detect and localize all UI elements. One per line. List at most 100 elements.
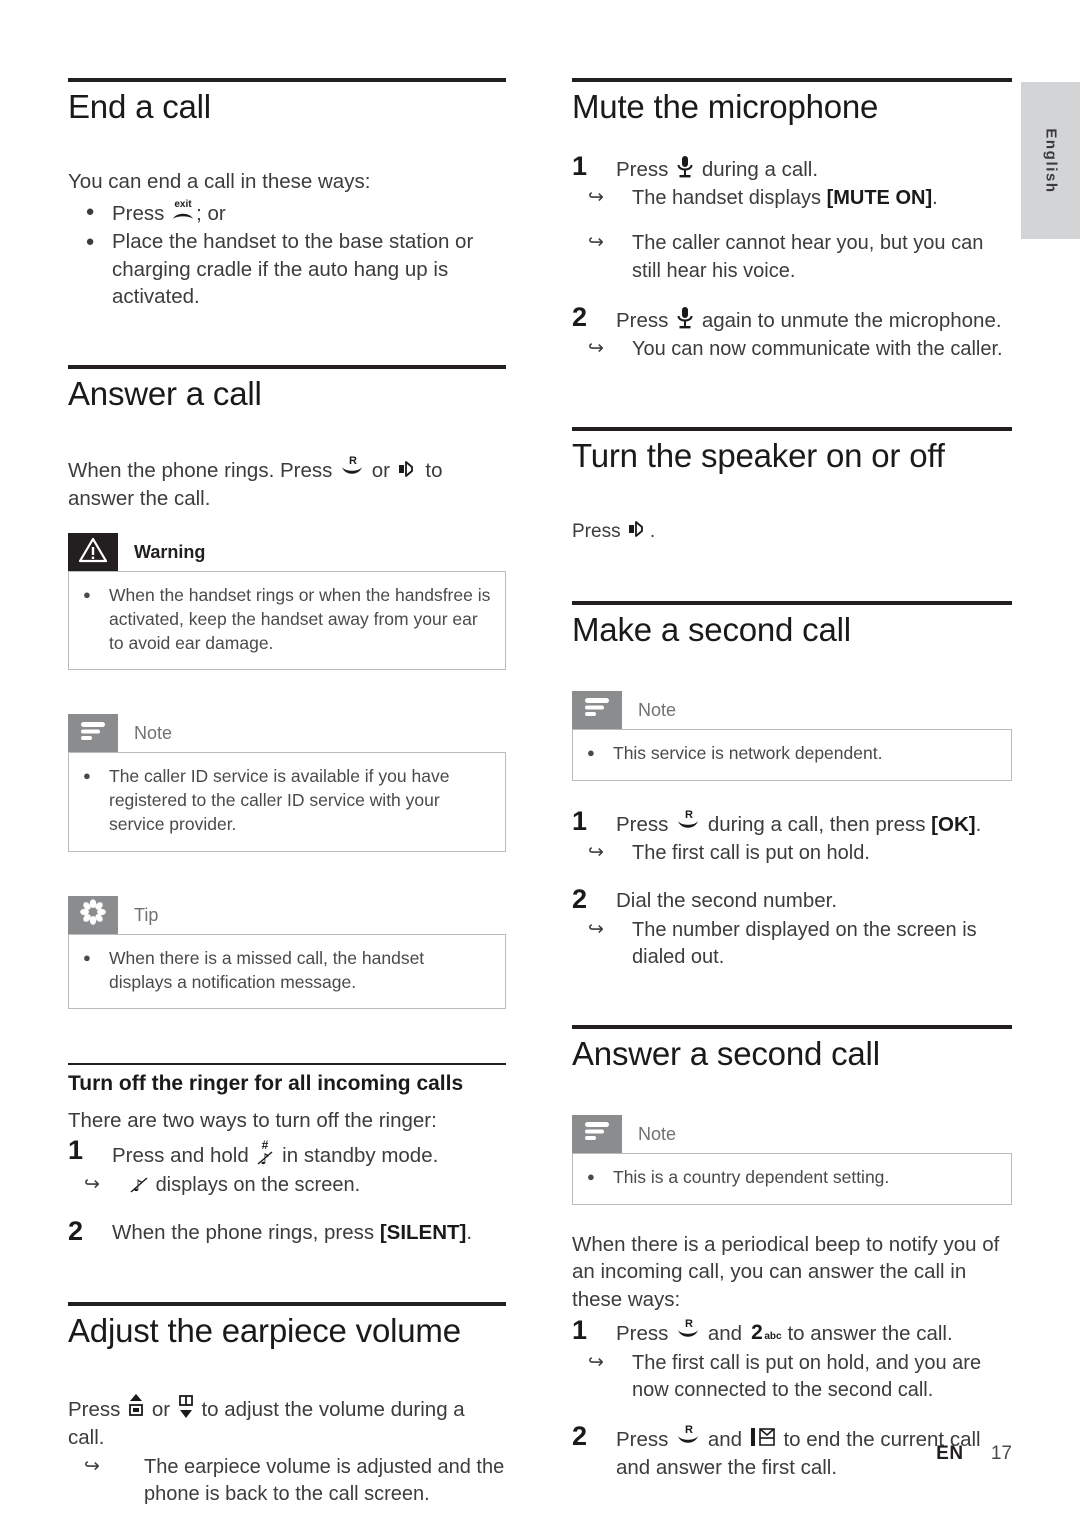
list-item-text: This service is network dependent. [613,742,883,763]
manual-page: English End a call You can end a call in… [0,0,1080,1527]
callout-header: Warning [68,533,506,571]
note-badge [572,1114,622,1153]
section-make-a-second-call: Make a second call Note ● This service i… [572,601,1012,971]
talk-r-icon: R [338,455,366,481]
step-text: Press and hold #♪ in standby mode. [112,1136,506,1170]
result-arrow-icon: ↪ [84,1173,100,1195]
callout-warning: Warning ● When the handset rings or when… [68,533,506,671]
step-number: 1 [572,1315,588,1346]
section-adjust-earpiece-volume: Adjust the earpiece volume Press or to a… [68,1302,506,1508]
callout-title: Note [638,1123,677,1144]
section-rule [572,601,1012,606]
step-number: 2 [572,884,588,915]
section-rule [68,78,506,82]
section-rule [68,1302,506,1307]
callout-body: ● When the handset rings or when the han… [68,571,506,671]
step-number: 1 [68,1135,84,1166]
step-result: ↪ ♪ displays on the screen. [68,1172,506,1199]
warning-triangle-icon [78,536,108,569]
step-text-mid: during a call, then press [707,812,926,836]
note-badge [68,714,118,753]
list-item: ● When there is a missed call, the hands… [83,947,491,995]
step-text-before: Press [616,812,669,836]
subsection-title: Turn off the ringer for all incoming cal… [68,1072,464,1096]
result-text-before: The handset displays [632,187,822,210]
result-arrow-icon: ↪ [588,842,604,864]
svg-text:exit: exit [174,199,192,210]
list-item: ● This service is network dependent. [587,742,997,766]
result-arrow-icon: ↪ [588,338,604,360]
microphone-icon [674,305,696,331]
list-item-text: The caller ID service is available if yo… [109,766,450,834]
numbered-step: 1 Press R and 2 abc to answer the call. [572,1315,1012,1348]
numbered-step: 2 Press again to unmute the microphone. [572,302,1012,335]
callout-header: Note [572,1114,1012,1153]
volume-down-icon [176,1392,196,1420]
section-turn-the-speaker-on-or-off: Turn the speaker on or off Press . [572,427,1012,545]
intro-text-before: When the phone rings. Press [68,459,333,483]
step-result-text: You can now communicate with the caller. [632,338,1003,361]
list-item: ● When the handset rings or when the han… [83,584,491,655]
section-title-adjust-earpiece-volume: Adjust the earpiece volume [68,1312,461,1350]
step-text-after: in standby mode. [282,1144,439,1168]
microphone-icon [674,154,696,180]
step-text: Press R and 2 abc to answer the call. [616,1316,1012,1348]
tip-badge [68,895,118,934]
list-item-text: Press exit; or [112,198,226,225]
step-number: 1 [572,150,588,181]
bullet-dot: ● [83,768,91,784]
list-item-text: When there is a missed call, the handset… [109,947,425,992]
list-item: ● Place the handset to the base station … [68,228,506,312]
callout-body: ● When there is a missed call, the hands… [68,933,506,1010]
section-rule [68,365,506,370]
left-column: End a call You can end a call in these w… [68,78,506,1508]
section-title-end-a-call: End a call [68,88,211,125]
step-text-after: during a call. [701,157,819,181]
intro-text: You can end a call in these ways: [68,169,371,193]
callout-body: ● This is a country dependent setting. [572,1152,1012,1205]
svg-text:abc: abc [764,1331,782,1342]
step-text-mid: and [707,1322,743,1346]
step-text: When the phone rings, press [SILENT]. [112,1217,506,1247]
svg-text:R: R [685,809,693,821]
footer-page-number: 17 [990,1443,1012,1464]
callout-title: Note [134,723,173,744]
callout-title: Warning [134,542,206,562]
svg-text:R: R [349,455,357,467]
callout-note: Note ● The caller ID service is availabl… [68,714,506,852]
step-text-after: to answer the call. [787,1322,953,1346]
step-result: ↪ You can now communicate with the calle… [572,336,1012,363]
step-result: ↪ The first call is put on hold. [572,840,1012,867]
note-badge [572,690,622,729]
step-result: ↪ The handset displays [MUTE ON]. [572,185,1012,212]
step-text-after: again to unmute the microphone. [701,308,1002,332]
section-rule [572,427,1012,432]
language-side-tab: English [1021,82,1080,239]
numbered-step: 2 When the phone rings, press [SILENT]. [68,1216,506,1247]
step-text-after: . [975,812,982,836]
talk-r-icon: R [674,809,702,835]
callout-tip: Tip ● When there is a missed call, the h… [68,895,506,1010]
note-lines-icon [582,695,612,724]
bullet-dot: ● [85,232,95,250]
svg-text:R: R [685,1424,693,1436]
step-text-before: Press and hold [112,1144,249,1168]
note-lines-icon [78,719,108,748]
section-title-mute-the-microphone: Mute the microphone [572,88,879,125]
intro-text: Press . [572,517,1012,545]
section-rule [572,78,1012,82]
step-key-label: [SILENT] [379,1220,467,1244]
bullet-dot: ● [83,949,91,965]
callout-header: Note [68,714,506,753]
step-key-label: [OK] [931,812,976,836]
list-item-text: Place the handset to the base station or… [112,229,474,309]
step-result-text: The number displayed on the screen is di… [632,918,977,968]
section-answer-a-call: Answer a call When the phone rings. Pres… [68,365,506,1247]
callout-body: ● This service is network dependent. [572,728,1012,781]
callout-title: Tip [134,904,159,925]
step-text-before: Press [616,1322,669,1346]
bullet-dot: ● [85,202,95,220]
step-result: ↪ The first call is put on hold, and you… [572,1350,1012,1404]
callout-note: Note ● This is a country dependent setti… [572,1114,1012,1205]
section-title-answer-a-call: Answer a call [68,375,262,413]
